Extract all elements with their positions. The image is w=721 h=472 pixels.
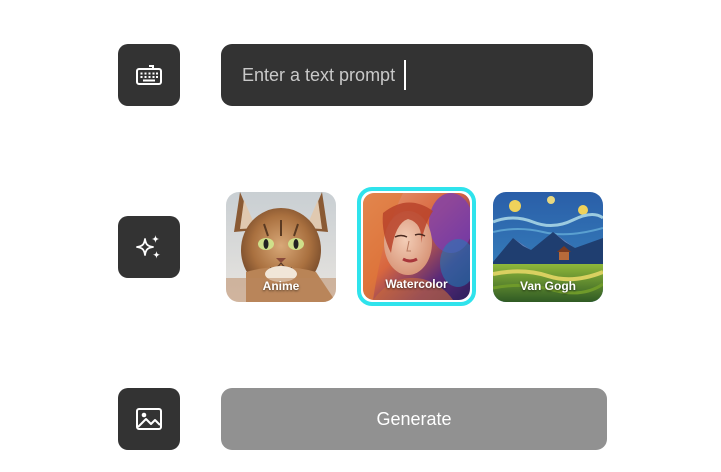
style-option-anime[interactable]: Anime: [226, 192, 336, 302]
keyboard-icon-tile: [118, 44, 180, 106]
style-option-van-gogh[interactable]: Van Gogh: [493, 192, 603, 302]
style-label-anime: Anime: [262, 279, 300, 293]
image-icon: [136, 408, 162, 430]
style-label-van-gogh: Van Gogh: [519, 279, 576, 293]
prompt-input[interactable]: Enter a text prompt: [221, 44, 593, 106]
style-label-watercolor: Watercolor: [385, 277, 448, 291]
style-option-watercolor[interactable]: Watercolor: [357, 187, 476, 306]
text-caret: [404, 60, 407, 90]
prompt-placeholder: Enter a text prompt: [242, 64, 396, 85]
generate-button[interactable]: Generate: [221, 388, 607, 450]
image-icon-tile: [118, 388, 180, 450]
keyboard-icon: [136, 65, 162, 85]
sparkle-icon-tile: [118, 216, 180, 278]
sparkle-icon: [136, 235, 161, 259]
